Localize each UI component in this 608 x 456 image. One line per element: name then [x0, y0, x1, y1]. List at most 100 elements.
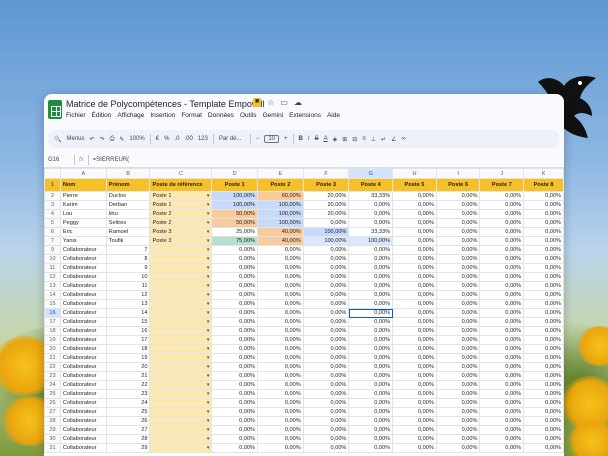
score-cell[interactable]: 0,00% [479, 263, 525, 273]
menu-item[interactable]: Données [208, 112, 234, 119]
score-cell[interactable]: 0,00% [435, 380, 481, 390]
score-cell[interactable]: 0,00% [523, 326, 564, 336]
score-cell[interactable]: 0,00% [348, 263, 394, 273]
score-cell[interactable]: 0,00% [257, 308, 304, 318]
score-cell[interactable]: 0,00% [392, 398, 437, 408]
score-cell[interactable]: 0,00% [479, 407, 525, 417]
score-cell[interactable]: 0,00% [211, 389, 259, 399]
header-cell[interactable]: Prénom [105, 178, 151, 192]
score-cell[interactable]: 0,00% [257, 290, 304, 300]
score-cell[interactable]: 0,00% [392, 344, 437, 354]
reference-job-dropdown[interactable]: ▾ Poste 1 [149, 191, 213, 201]
row-number[interactable]: 19 [44, 335, 61, 345]
firstname-cell[interactable]: 10 [105, 272, 151, 282]
align-icon[interactable]: ≡ [362, 136, 366, 142]
score-cell[interactable]: 0,00% [392, 407, 437, 417]
score-cell[interactable]: 0,00% [348, 254, 394, 264]
score-cell[interactable]: 20,00% [302, 200, 350, 210]
score-cell[interactable]: 0,00% [479, 326, 525, 336]
row-number[interactable]: 3 [44, 200, 61, 210]
name-cell[interactable]: Karim [59, 200, 107, 210]
search-menus-button[interactable]: Menus [66, 136, 84, 142]
score-cell[interactable]: 0,00% [523, 407, 564, 417]
score-cell[interactable]: 0,00% [392, 299, 437, 309]
firstname-cell[interactable]: Toufik [105, 236, 151, 246]
column-header[interactable]: H [392, 168, 437, 179]
row-number[interactable]: 29 [44, 425, 61, 435]
column-header[interactable]: E [257, 168, 304, 179]
row-number[interactable]: 1 [44, 178, 61, 192]
score-cell[interactable]: 0,00% [392, 371, 437, 381]
score-cell[interactable]: 0,00% [479, 425, 525, 435]
dropdown-arrow-icon[interactable]: ▾ [207, 247, 210, 254]
dropdown-arrow-icon[interactable]: ▾ [207, 418, 210, 425]
reference-job-dropdown[interactable]: ▾ [149, 335, 213, 345]
score-cell[interactable]: 0,00% [257, 380, 304, 390]
link-icon[interactable]: ∞ [401, 136, 405, 142]
score-cell[interactable]: 0,00% [348, 281, 394, 291]
document-title[interactable]: Matrice de Polycompétences - Template Em… [66, 99, 264, 109]
score-cell[interactable]: 0,00% [348, 443, 394, 453]
score-cell[interactable]: 0,00% [392, 308, 437, 318]
score-cell[interactable]: 75,00% [211, 236, 259, 246]
score-cell[interactable]: 0,00% [392, 317, 437, 327]
score-cell[interactable]: 0,00% [435, 218, 481, 228]
score-cell[interactable]: 0,00% [211, 317, 259, 327]
score-cell[interactable]: 0,00% [257, 326, 304, 336]
menu-item[interactable]: Affichage [117, 112, 144, 119]
sheets-logo-icon[interactable] [48, 100, 62, 119]
score-cell[interactable]: 0,00% [348, 425, 394, 435]
score-cell[interactable]: 0,00% [435, 290, 481, 300]
score-cell[interactable]: 0,00% [392, 218, 437, 228]
score-cell[interactable]: 0,00% [479, 254, 525, 264]
score-cell[interactable]: 0,00% [523, 362, 564, 372]
score-cell[interactable]: 0,00% [211, 380, 259, 390]
header-cell[interactable]: Poste de référence [149, 178, 213, 192]
row-number[interactable]: 23 [44, 371, 61, 381]
score-cell[interactable]: 0,00% [479, 371, 525, 381]
row-number[interactable]: 10 [44, 254, 61, 264]
strikethrough-icon[interactable]: S [315, 136, 319, 142]
score-cell[interactable]: 0,00% [523, 308, 564, 318]
row-number[interactable]: 22 [44, 362, 61, 372]
score-cell[interactable]: 0,00% [257, 299, 304, 309]
score-cell[interactable]: 0,00% [479, 200, 525, 210]
row-number[interactable]: 6 [44, 227, 61, 237]
score-cell[interactable]: 0,00% [211, 335, 259, 345]
column-header[interactable]: B [105, 168, 151, 179]
score-cell[interactable]: 0,00% [523, 299, 564, 309]
borders-icon[interactable]: ⊞ [342, 136, 347, 143]
firstname-cell[interactable]: 16 [105, 326, 151, 336]
score-cell[interactable]: 0,00% [479, 416, 525, 426]
score-cell[interactable]: 0,00% [392, 227, 437, 237]
column-header[interactable]: F [302, 168, 350, 179]
name-cell[interactable]: Collaborateur [59, 281, 107, 291]
score-cell[interactable]: 0,00% [479, 362, 525, 372]
firstname-cell[interactable]: 26 [105, 416, 151, 426]
score-cell[interactable]: 0,00% [348, 371, 394, 381]
font-size-increase-button[interactable]: + [284, 136, 288, 142]
menu-item[interactable]: Aide [327, 112, 340, 119]
score-cell[interactable]: 0,00% [523, 290, 564, 300]
name-cell[interactable]: Collaborateur [59, 317, 107, 327]
score-cell[interactable]: 0,00% [523, 416, 564, 426]
fill-color-icon[interactable]: ◈ [333, 136, 338, 143]
reference-job-dropdown[interactable]: ▾ [149, 380, 213, 390]
score-cell[interactable]: 0,00% [523, 317, 564, 327]
score-cell[interactable]: 0,00% [435, 371, 481, 381]
reference-job-dropdown[interactable]: ▾ [149, 443, 213, 453]
column-header[interactable]: I [435, 168, 481, 179]
firstname-cell[interactable]: Derban [105, 200, 151, 210]
undo-icon[interactable]: ↶ [90, 136, 95, 143]
score-cell[interactable]: 0,00% [479, 389, 525, 399]
score-cell[interactable]: 0,00% [392, 380, 437, 390]
reference-job-dropdown[interactable]: ▾ [149, 362, 213, 372]
score-cell[interactable]: 100,00% [257, 218, 304, 228]
score-cell[interactable]: 0,00% [523, 245, 564, 255]
score-cell[interactable]: 0,00% [211, 371, 259, 381]
menu-item[interactable]: Gemini [263, 112, 284, 119]
row-number[interactable]: 2 [44, 191, 61, 201]
reference-job-dropdown[interactable]: ▾ Poste 3 [149, 236, 213, 246]
score-cell[interactable]: 0,00% [302, 335, 350, 345]
row-number[interactable]: 13 [44, 281, 61, 291]
